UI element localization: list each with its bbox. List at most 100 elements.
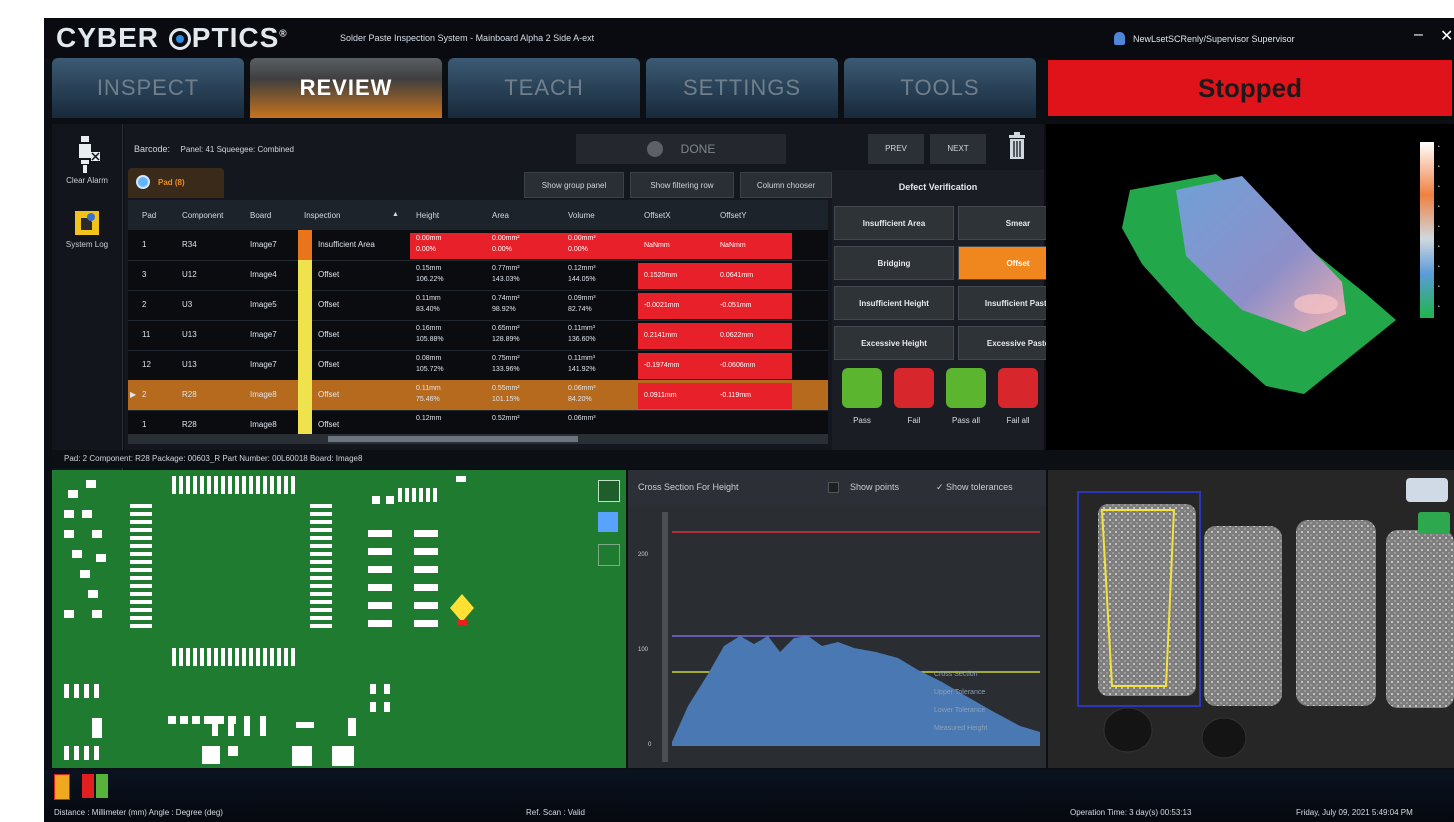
pcb-pad	[384, 684, 390, 694]
tab-inspect[interactable]: INSPECT	[52, 58, 244, 118]
col-area[interactable]: Area	[492, 211, 509, 220]
prev-button[interactable]: PREV	[868, 134, 924, 164]
delete-icon[interactable]	[1008, 132, 1026, 160]
table-row[interactable]: 1 R34 Image7 Insufficient Area 0.00mm 0.00% 0…	[128, 230, 828, 261]
table-scrollbar[interactable]	[128, 434, 828, 444]
pcb-pad	[291, 648, 295, 666]
defect-excessive-height-button[interactable]: Excessive Height	[834, 326, 954, 360]
table-row[interactable]: 2 R28 Image8 Offset 0.11mm 75.46% 0.55mm² 101…	[128, 380, 828, 411]
tab-settings[interactable]: SETTINGS	[646, 58, 838, 118]
pcb-pad	[74, 684, 79, 698]
user-info[interactable]: NewLsetSCRenly/Supervisor Supervisor	[1114, 32, 1295, 45]
minimize-button[interactable]: –	[1414, 26, 1423, 44]
col-volume[interactable]: Volume	[568, 211, 595, 220]
show-filtering-row-button[interactable]: Show filtering row	[630, 172, 734, 198]
col-offsety[interactable]: OffsetY	[720, 211, 747, 220]
status-swatch	[298, 230, 312, 260]
pcb-pad	[94, 684, 99, 698]
pcb-pad	[310, 576, 332, 580]
pcb-comment-icon[interactable]	[598, 512, 618, 532]
window-subtitle: Solder Paste Inspection System - Mainboa…	[340, 33, 595, 43]
pcb-pad	[292, 746, 312, 766]
pcb-pad	[414, 602, 438, 609]
svg-text:•: •	[1438, 284, 1440, 290]
fail-all-button[interactable]: Fail all	[992, 368, 1044, 425]
table-row[interactable]: 12 U13 Image7 Offset 0.08mm 105.72% 0.75mm² 1…	[128, 350, 828, 381]
thumbs-up-all-icon	[946, 368, 986, 408]
pcb-view[interactable]	[52, 470, 626, 768]
cell-volume: 0.11mm³ 136.60%	[568, 325, 596, 343]
col-offsetx[interactable]: OffsetX	[644, 211, 671, 220]
pcb-copy-icon[interactable]	[598, 544, 620, 566]
thumbs-down-all-icon	[998, 368, 1038, 408]
col-height[interactable]: Height	[416, 211, 439, 220]
zoom-icon[interactable]	[1406, 478, 1448, 502]
col-component[interactable]: Component	[182, 211, 223, 220]
system-log-button[interactable]: System Log	[56, 208, 118, 249]
action-label: Fail	[907, 416, 921, 425]
close-button[interactable]: ✕	[1440, 26, 1453, 46]
cell-offx: -0.1974mm	[638, 353, 716, 379]
camera-view[interactable]	[1048, 470, 1454, 768]
tab-tools[interactable]: TOOLS	[844, 58, 1036, 118]
pcb-pad	[207, 476, 211, 494]
cell-area: 0.74mm² 98.92%	[492, 295, 520, 313]
pcb-pad	[244, 716, 250, 736]
light-toggle-icon[interactable]	[1418, 512, 1450, 534]
cross-section-title: Cross Section For Height	[638, 482, 739, 492]
show-group-panel-button[interactable]: Show group panel	[524, 172, 624, 198]
col-pad[interactable]: Pad	[142, 211, 156, 220]
cell-board: Image4	[250, 270, 277, 279]
defect-insufficient-area-button[interactable]: Insufficient Area	[834, 206, 954, 240]
pcb-pad	[310, 512, 332, 516]
bottom-status-bar: Distance : Millimeter (mm) Angle : Degre…	[44, 770, 1454, 822]
cell-board: Image7	[250, 330, 277, 339]
fail-button[interactable]: Fail	[888, 368, 940, 425]
svg-text:•: •	[1438, 204, 1440, 210]
pcb-pad	[92, 610, 102, 618]
defect-insufficient-height-button[interactable]: Insufficient Height	[834, 286, 954, 320]
user-label: NewLsetSCRenly/Supervisor Supervisor	[1133, 34, 1295, 44]
show-points-checkbox[interactable]	[828, 482, 839, 493]
pass-all-button[interactable]: Pass all	[940, 368, 992, 425]
pcb-pad	[130, 544, 152, 548]
3d-height-map[interactable]: • • • • • • • • •	[1046, 124, 1454, 460]
3d-view[interactable]: • • • • • • • • •	[1046, 124, 1454, 460]
table-row[interactable]: 1 R28 Image8 Offset 0.12mm 0.52mm² 0.06mm³	[128, 410, 828, 434]
pcb-fit-icon[interactable]	[598, 480, 620, 502]
svg-text:•: •	[1438, 144, 1440, 150]
pcb-pad	[235, 648, 239, 666]
table-row[interactable]: 11 U13 Image7 Offset 0.16mm 105.88% 0.65mm² 1…	[128, 320, 828, 351]
show-tolerances-checkbox[interactable]: ✓ Show tolerances	[936, 482, 1013, 493]
cell-board: Image8	[250, 390, 277, 399]
pcb-pad	[64, 510, 74, 518]
col-inspection[interactable]: Inspection	[304, 211, 340, 220]
tab-teach[interactable]: TEACH	[448, 58, 640, 118]
table-row[interactable]: 3 U12 Image4 Offset 0.15mm 106.22% 0.77mm² 14…	[128, 260, 828, 291]
status-swatch	[298, 380, 312, 410]
column-chooser-button[interactable]: Column chooser	[740, 172, 832, 198]
clear-alarm-button[interactable]: Clear Alarm	[56, 134, 118, 185]
pcb-pad	[310, 584, 332, 588]
tick-0: 0	[648, 742, 652, 748]
cell-inspection: Offset	[318, 300, 340, 309]
pcb-pad	[130, 560, 152, 564]
next-button[interactable]: NEXT	[930, 134, 986, 164]
cell-pad: 1	[142, 420, 147, 429]
pcb-pad	[86, 480, 96, 488]
scrollbar-thumb[interactable]	[328, 436, 578, 442]
pcb-pad	[92, 530, 102, 538]
table-row[interactable]: 2 U3 Image5 Offset 0.11mm 83.40% 0.74mm² 98.9…	[128, 290, 828, 321]
tab-pad[interactable]: Pad (8)	[128, 168, 224, 198]
legend-lower-tolerance: Lower Tolerance	[934, 707, 985, 714]
tab-review[interactable]: REVIEW	[250, 58, 442, 118]
col-board[interactable]: Board	[250, 211, 271, 220]
cross-section-chart[interactable]: 200 100 0 Cross Section Upper Tolerance …	[628, 506, 1046, 768]
cell-board: Image7	[250, 240, 277, 249]
pcb-pad	[130, 616, 152, 620]
pass-button[interactable]: Pass	[836, 368, 888, 425]
cell-component: R28	[182, 390, 197, 399]
defect-bridging-button[interactable]: Bridging	[834, 246, 954, 280]
done-button[interactable]: DONE	[576, 134, 786, 164]
cell-offy: 0.0622mm	[714, 323, 792, 349]
